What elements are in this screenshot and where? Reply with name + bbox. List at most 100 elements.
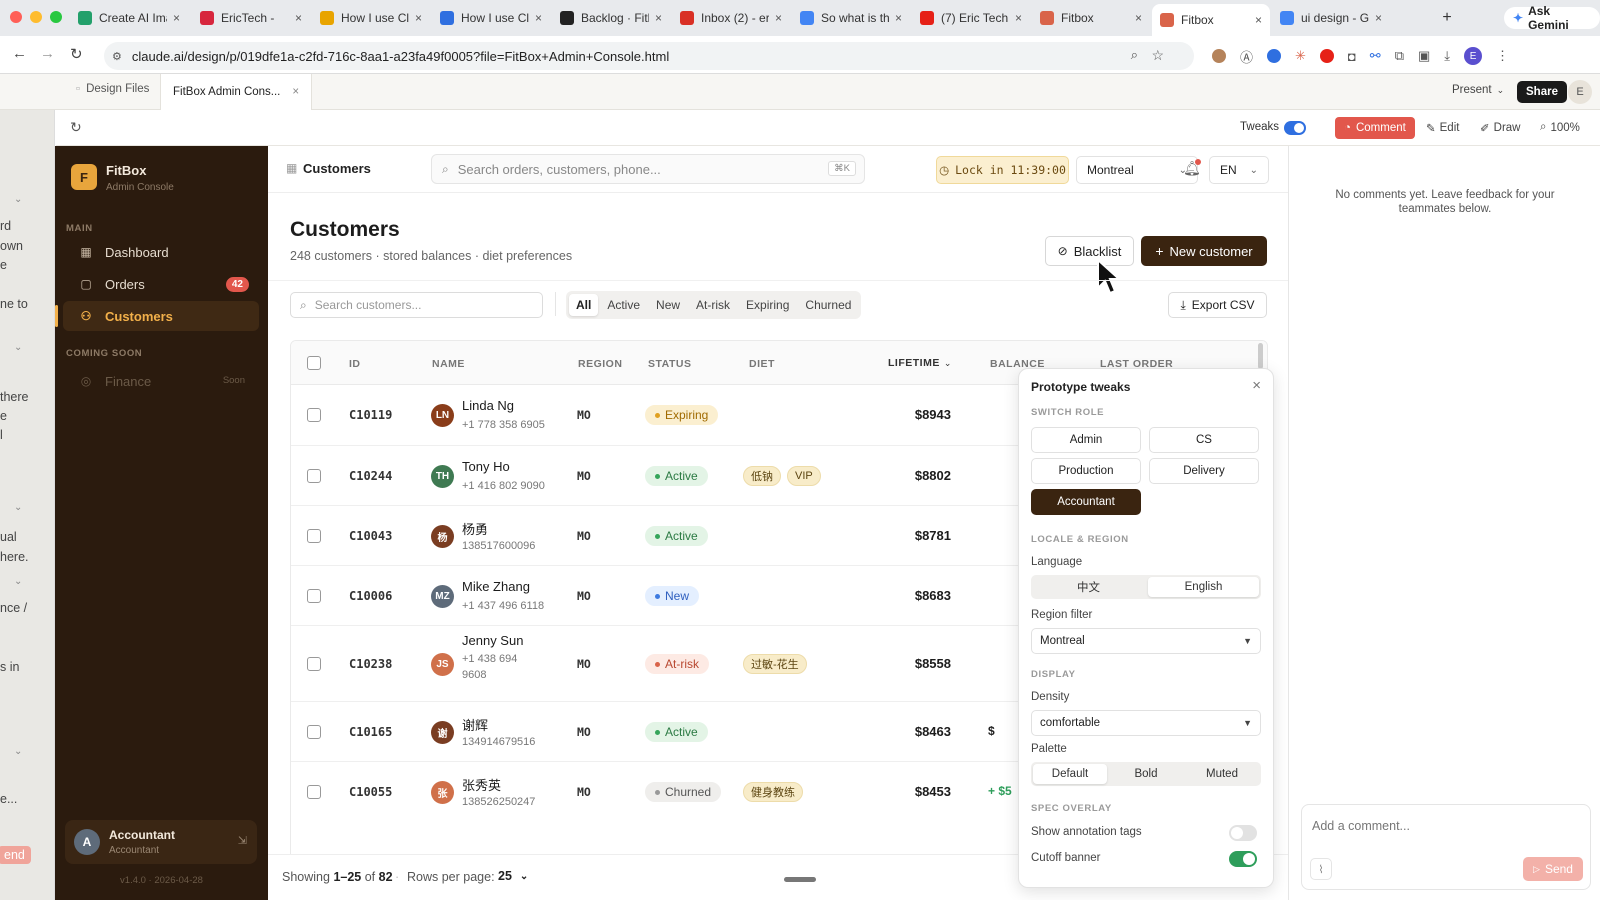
language-select[interactable]: EN ⌄ bbox=[1209, 156, 1269, 184]
row-checkbox[interactable] bbox=[307, 589, 321, 603]
comment-button[interactable]: ◔ Comment bbox=[1335, 117, 1415, 139]
role-accountant-button[interactable]: Accountant bbox=[1031, 489, 1141, 515]
customer-name[interactable]: 谢辉 bbox=[462, 715, 488, 734]
close-tab-icon[interactable]: × bbox=[292, 86, 299, 98]
tweaks-toggle[interactable] bbox=[1284, 121, 1306, 135]
send-button[interactable]: ▷ Send bbox=[1523, 857, 1583, 881]
back-arrow-icon[interactable]: ← bbox=[12, 45, 27, 62]
close-tab-icon[interactable]: × bbox=[173, 11, 180, 25]
filter-tab-all[interactable]: All bbox=[569, 294, 599, 316]
lang-en-option[interactable]: English bbox=[1148, 577, 1259, 597]
present-button[interactable]: Present ⌄ bbox=[1452, 84, 1504, 96]
extension-icon[interactable] bbox=[1267, 49, 1282, 63]
export-csv-button[interactable]: ⤓ Export CSV bbox=[1168, 292, 1267, 318]
customer-name[interactable]: Mike Zhang bbox=[462, 579, 530, 594]
close-tab-icon[interactable]: × bbox=[415, 11, 422, 25]
customer-search-input[interactable]: ⌕ Search customers... bbox=[290, 292, 543, 318]
role-production-button[interactable]: Production bbox=[1031, 458, 1141, 484]
refresh-icon[interactable]: ↻ bbox=[70, 119, 82, 136]
share-button[interactable]: Share bbox=[1517, 81, 1567, 103]
col-diet[interactable]: DIET bbox=[749, 358, 775, 370]
browser-tab[interactable]: EricTech - × bbox=[192, 4, 310, 32]
new-tab-button[interactable]: + bbox=[1432, 4, 1462, 32]
menu-dots-icon[interactable]: ⋮ bbox=[1496, 48, 1509, 64]
new-customer-button[interactable]: + New customer bbox=[1141, 236, 1267, 266]
col-lifetime[interactable]: LIFETIME ⌄ bbox=[888, 357, 951, 369]
download-icon[interactable]: ⤓ bbox=[1444, 48, 1450, 64]
global-search-input[interactable]: ⌕ Search orders, customers, phone... ⌘K bbox=[431, 154, 865, 184]
tab-search-icon[interactable]: ▣ bbox=[1418, 48, 1430, 64]
browser-tab[interactable]: So what is thi × bbox=[792, 4, 910, 32]
browser-tab[interactable]: Create AI Ima × bbox=[70, 4, 188, 32]
palette-default-option[interactable]: Default bbox=[1033, 764, 1107, 784]
site-settings-icon[interactable]: ⚙ bbox=[112, 50, 122, 63]
region-filter-select[interactable]: Montreal ▼ bbox=[1031, 628, 1261, 654]
col-status[interactable]: STATUS bbox=[648, 358, 691, 370]
browser-tab[interactable]: Inbox (2) - er × bbox=[672, 4, 790, 32]
forward-arrow-icon[interactable]: → bbox=[40, 45, 55, 62]
browser-tab[interactable]: Fitbox × bbox=[1152, 4, 1270, 36]
browser-tab[interactable]: Backlog · Fith × bbox=[552, 4, 670, 32]
sidebar-item-customers[interactable]: ⚇ Customers bbox=[55, 301, 259, 331]
row-checkbox[interactable] bbox=[307, 529, 321, 543]
palette-muted-option[interactable]: Muted bbox=[1185, 764, 1259, 784]
role-delivery-button[interactable]: Delivery bbox=[1149, 458, 1259, 484]
edit-button[interactable]: ✎ Edit bbox=[1426, 121, 1459, 135]
row-checkbox[interactable] bbox=[307, 657, 321, 671]
reload-icon[interactable]: ↻ bbox=[70, 45, 83, 63]
vertical-scrollbar[interactable] bbox=[1258, 343, 1263, 369]
customer-name[interactable]: 杨勇 bbox=[462, 519, 488, 538]
customer-name[interactable]: 张秀英 bbox=[462, 775, 501, 794]
browser-tab[interactable]: How I use Cla × bbox=[432, 4, 550, 32]
close-tab-icon[interactable]: × bbox=[895, 11, 902, 25]
close-tab-icon[interactable]: × bbox=[295, 11, 302, 25]
col-id[interactable]: ID bbox=[349, 358, 361, 370]
col-name[interactable]: NAME bbox=[432, 358, 465, 370]
current-user-card[interactable]: A Accountant Accountant ⇲ bbox=[65, 820, 257, 864]
row-checkbox[interactable] bbox=[307, 408, 321, 422]
draw-button[interactable]: ✐ Draw bbox=[1480, 121, 1520, 135]
resize-handle[interactable] bbox=[784, 877, 816, 882]
filter-tab-expiring[interactable]: Expiring bbox=[739, 294, 796, 316]
filter-tab-new[interactable]: New bbox=[649, 294, 687, 316]
user-avatar[interactable]: E bbox=[1568, 80, 1592, 104]
extension-icon[interactable] bbox=[1212, 49, 1226, 63]
browser-tab[interactable]: ui design - G × bbox=[1272, 4, 1390, 32]
sidebar-item-dashboard[interactable]: ▦ Dashboard bbox=[63, 237, 259, 267]
sidebar-item-orders[interactable]: ▢ Orders 42 bbox=[63, 269, 259, 299]
browser-tab[interactable]: (7) Eric Tech × bbox=[912, 4, 1030, 32]
close-tab-icon[interactable]: × bbox=[655, 11, 662, 25]
customer-name[interactable]: Tony Ho bbox=[462, 459, 510, 474]
puzzle-icon[interactable]: ⧉ bbox=[1395, 48, 1404, 64]
ask-gemini-button[interactable]: ✦ Ask Gemini bbox=[1504, 4, 1600, 32]
close-tab-icon[interactable]: × bbox=[535, 11, 542, 25]
address-bar[interactable]: ⚙ claude.ai/design/p/019dfe1a-c2fd-716c-… bbox=[104, 42, 1194, 70]
filter-tab-active[interactable]: Active bbox=[600, 294, 647, 316]
cutoff-banner-toggle[interactable] bbox=[1229, 851, 1257, 867]
annotation-toggle[interactable] bbox=[1229, 825, 1257, 841]
chevron-down-icon[interactable]: ⌄ bbox=[14, 194, 22, 205]
close-tab-icon[interactable]: × bbox=[1135, 11, 1142, 25]
chevron-down-icon[interactable]: ⌄ bbox=[14, 342, 22, 353]
rows-per-page-select[interactable]: 25 ⌄ bbox=[498, 869, 528, 883]
city-select[interactable]: Montreal ⌄ bbox=[1076, 156, 1198, 184]
close-icon[interactable]: × bbox=[1252, 377, 1261, 394]
extension-icon[interactable]: ⚯ bbox=[1370, 48, 1381, 64]
col-region[interactable]: REGION bbox=[578, 358, 622, 370]
chevron-down-icon[interactable]: ⌄ bbox=[14, 576, 22, 587]
filter-tab-at-risk[interactable]: At-risk bbox=[689, 294, 737, 316]
row-checkbox[interactable] bbox=[307, 469, 321, 483]
extension-icon[interactable]: ✳ bbox=[1295, 48, 1306, 64]
profile-avatar[interactable]: E bbox=[1464, 47, 1483, 65]
comment-input[interactable]: Add a comment... bbox=[1312, 819, 1410, 833]
close-window-button[interactable] bbox=[10, 11, 22, 23]
customer-name[interactable]: Jenny Sun bbox=[462, 633, 523, 648]
palette-bold-option[interactable]: Bold bbox=[1109, 764, 1183, 784]
filter-tab-churned[interactable]: Churned bbox=[798, 294, 858, 316]
close-tab-icon[interactable]: × bbox=[1255, 13, 1262, 27]
browser-tab[interactable]: How I use Cla × bbox=[312, 4, 430, 32]
row-checkbox[interactable] bbox=[307, 725, 321, 739]
chevron-down-icon[interactable]: ⌄ bbox=[14, 502, 22, 513]
density-select[interactable]: comfortable ▼ bbox=[1031, 710, 1261, 736]
design-files-tab[interactable]: ▫ Design Files bbox=[76, 83, 149, 95]
